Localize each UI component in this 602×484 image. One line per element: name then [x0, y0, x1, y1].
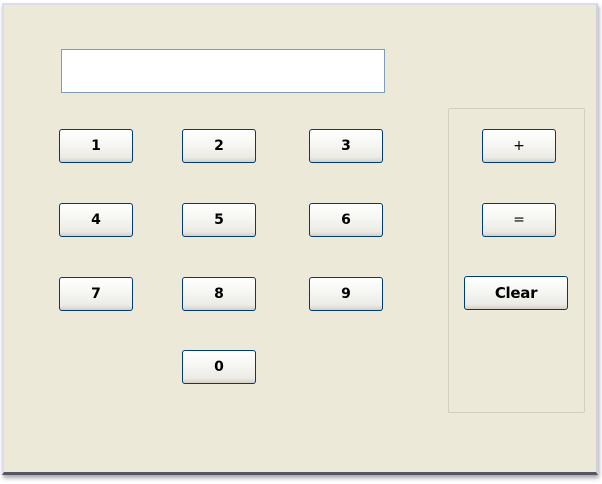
display-field[interactable] [61, 49, 385, 93]
digit-3-button[interactable]: 3 [309, 129, 383, 163]
digit-4-button[interactable]: 4 [59, 203, 133, 237]
equals-button[interactable]: = [482, 203, 556, 237]
digit-0-button[interactable]: 0 [182, 350, 256, 384]
digit-6-button[interactable]: 6 [309, 203, 383, 237]
plus-button[interactable]: + [482, 129, 556, 163]
calculator-panel: 1 2 3 4 5 6 7 8 9 0 + = Clear [4, 5, 596, 472]
clear-button[interactable]: Clear [464, 276, 568, 310]
digit-8-button[interactable]: 8 [182, 277, 256, 311]
digit-5-button[interactable]: 5 [182, 203, 256, 237]
digit-7-button[interactable]: 7 [59, 277, 133, 311]
digit-9-button[interactable]: 9 [309, 277, 383, 311]
calculator-window: 1 2 3 4 5 6 7 8 9 0 + = Clear [2, 3, 598, 475]
digit-2-button[interactable]: 2 [182, 129, 256, 163]
digit-1-button[interactable]: 1 [59, 129, 133, 163]
